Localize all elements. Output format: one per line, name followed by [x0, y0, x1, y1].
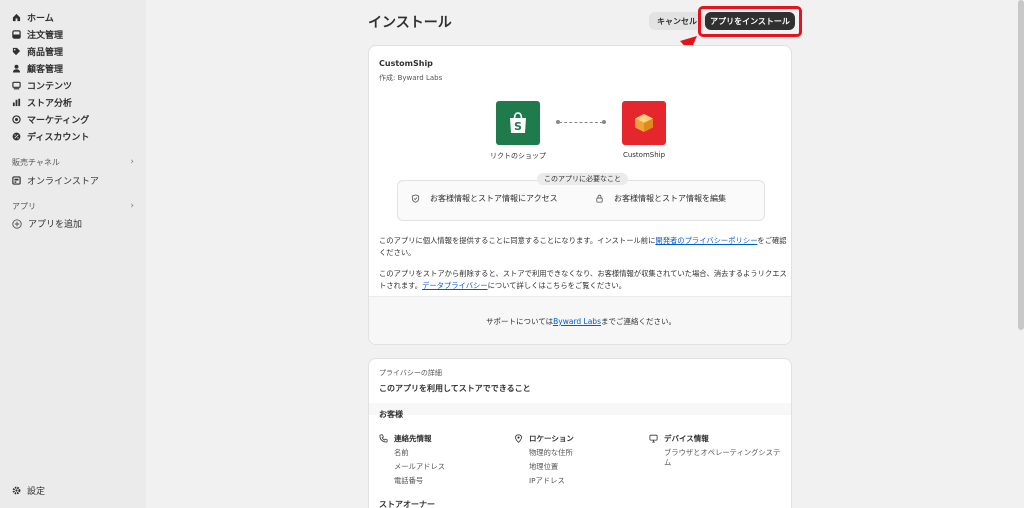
customship-logo: [622, 101, 666, 145]
sidebar-item-online-store[interactable]: オンラインストア: [12, 172, 99, 188]
sidebar-item-products[interactable]: 商品管理: [12, 43, 63, 59]
list-item: 名前: [394, 448, 409, 457]
permission-edit: お客様情報とストア情報を編集: [595, 193, 726, 204]
contact-info-column: 連絡先情報 名前 メールアドレス 電話番号: [379, 433, 512, 486]
sidebar-item-label: ストア分析: [27, 98, 73, 109]
privacy-policy-link[interactable]: 開発者のプライバシーポリシー: [655, 236, 757, 245]
location-column: ロケーション 物理的な住所 地理位置 IPアドレス: [514, 433, 647, 486]
sidebar-item-label: コンテンツ: [27, 81, 73, 92]
sidebar-item-marketing[interactable]: マーケティング: [12, 111, 89, 127]
store-icon: [12, 175, 21, 185]
permissions-title: このアプリに必要なこと: [537, 173, 628, 185]
svg-text:S: S: [514, 120, 522, 133]
shop-label: リクトのショップ: [490, 152, 546, 160]
sidebar-item-orders[interactable]: 注文管理: [12, 26, 63, 42]
highlight-annotation-box: [698, 6, 802, 37]
store-owner-section-title: ストアオーナー: [379, 500, 435, 508]
plus-circle-icon: [12, 218, 22, 229]
chevron-right-icon: ›: [130, 201, 134, 211]
scrollbar[interactable]: [1018, 0, 1024, 330]
list-item: IPアドレス: [529, 476, 565, 485]
privacy-title: このアプリを利用してストアでできること: [379, 384, 531, 393]
shield-icon: [411, 194, 420, 203]
sidebar-item-label: 商品管理: [27, 47, 64, 58]
list-item: 電話番号: [394, 476, 424, 485]
phone-icon: [379, 434, 388, 443]
sidebar-item-customers[interactable]: 顧客管理: [12, 60, 63, 76]
sidebar-item-home[interactable]: ホーム: [12, 9, 54, 25]
gear-icon: [12, 486, 21, 495]
sidebar-item-label: ホーム: [27, 13, 54, 24]
shop-logo: S: [496, 101, 540, 145]
app-author: 作成: Byward Labs: [379, 74, 443, 82]
sidebar-item-label: 注文管理: [27, 30, 64, 41]
content-icon: [12, 81, 21, 90]
sales-channels-label: 販売チャネル: [12, 158, 60, 167]
inbox-icon: [12, 29, 21, 39]
person-icon: [12, 64, 21, 73]
discount-icon: [12, 132, 21, 141]
support-footer: サポートについては Byward Labs までご連絡ください。: [369, 296, 791, 344]
sidebar-item-discounts[interactable]: ディスカウント: [12, 128, 89, 144]
connection-line: [556, 120, 606, 124]
target-icon: [12, 114, 21, 124]
data-privacy-link[interactable]: データプライバシー: [422, 281, 488, 290]
apps-header[interactable]: アプリ ›: [12, 201, 134, 212]
sidebar: ホーム 注文管理 商品管理 顧客管理 コンテンツ ストア分析 マーケティング デ…: [0, 0, 146, 508]
list-item: 地理位置: [529, 462, 559, 471]
home-icon: [12, 13, 21, 22]
permission-access: お客様情報とストア情報にアクセス: [411, 193, 558, 204]
bar-chart-icon: [12, 98, 21, 107]
section-divider: [369, 403, 791, 415]
sales-channels-header[interactable]: 販売チャネル ›: [12, 157, 134, 168]
package-icon: [635, 114, 653, 132]
list-item: メールアドレス: [394, 462, 446, 471]
tag-icon: [12, 47, 21, 56]
sidebar-item-settings[interactable]: 設定: [12, 482, 45, 498]
cancel-button[interactable]: キャンセル: [649, 12, 705, 30]
sidebar-item-label: マーケティング: [27, 115, 90, 126]
page-title: インストール: [368, 15, 452, 31]
add-app-label: アプリを追加: [28, 220, 83, 230]
removal-text: このアプリをストアから削除すると、ストアで利用できなくなり、お客様情報が収集され…: [379, 269, 787, 290]
shopping-bag-icon: S: [510, 112, 526, 133]
sidebar-item-label: 顧客管理: [27, 64, 64, 75]
apps-label: アプリ: [12, 202, 36, 211]
sidebar-item-label: ディスカウント: [27, 132, 90, 143]
location-pin-icon: [515, 434, 522, 443]
lock-icon: [596, 194, 603, 203]
chevron-right-icon: ›: [130, 157, 134, 167]
permission-access-label: お客様情報とストア情報にアクセス: [430, 194, 558, 203]
permission-edit-label: お客様情報とストア情報を編集: [614, 194, 726, 203]
customers-section-title: お客様: [379, 410, 403, 419]
byward-labs-link[interactable]: Byward Labs: [553, 317, 601, 326]
sidebar-item-label: 設定: [27, 486, 46, 497]
privacy-subtitle: プライバシーの詳細: [379, 369, 442, 377]
app-label: CustomShip: [622, 151, 666, 159]
sidebar-item-content[interactable]: コンテンツ: [12, 77, 72, 93]
sidebar-item-analytics[interactable]: ストア分析: [12, 94, 72, 110]
privacy-details-card: プライバシーの詳細 このアプリを利用してストアでできること お客様 連絡先情報 …: [368, 358, 792, 508]
device-info-column: デバイス情報 ブラウザとオペレーティングシステム: [649, 433, 782, 468]
app-install-card: CustomShip 作成: Byward Labs S リクトのショップ Cu…: [368, 45, 792, 345]
add-app-button[interactable]: アプリを追加: [12, 217, 82, 230]
app-name: CustomShip: [379, 59, 433, 68]
list-item: ブラウザとオペレーティングシステム: [664, 448, 781, 467]
consent-text: このアプリに個人情報を提供することに同意することになります。インストール前に開発…: [379, 236, 787, 257]
list-item: 物理的な住所: [529, 448, 573, 457]
monitor-icon: [649, 434, 658, 443]
sidebar-item-label: オンラインストア: [27, 176, 99, 187]
